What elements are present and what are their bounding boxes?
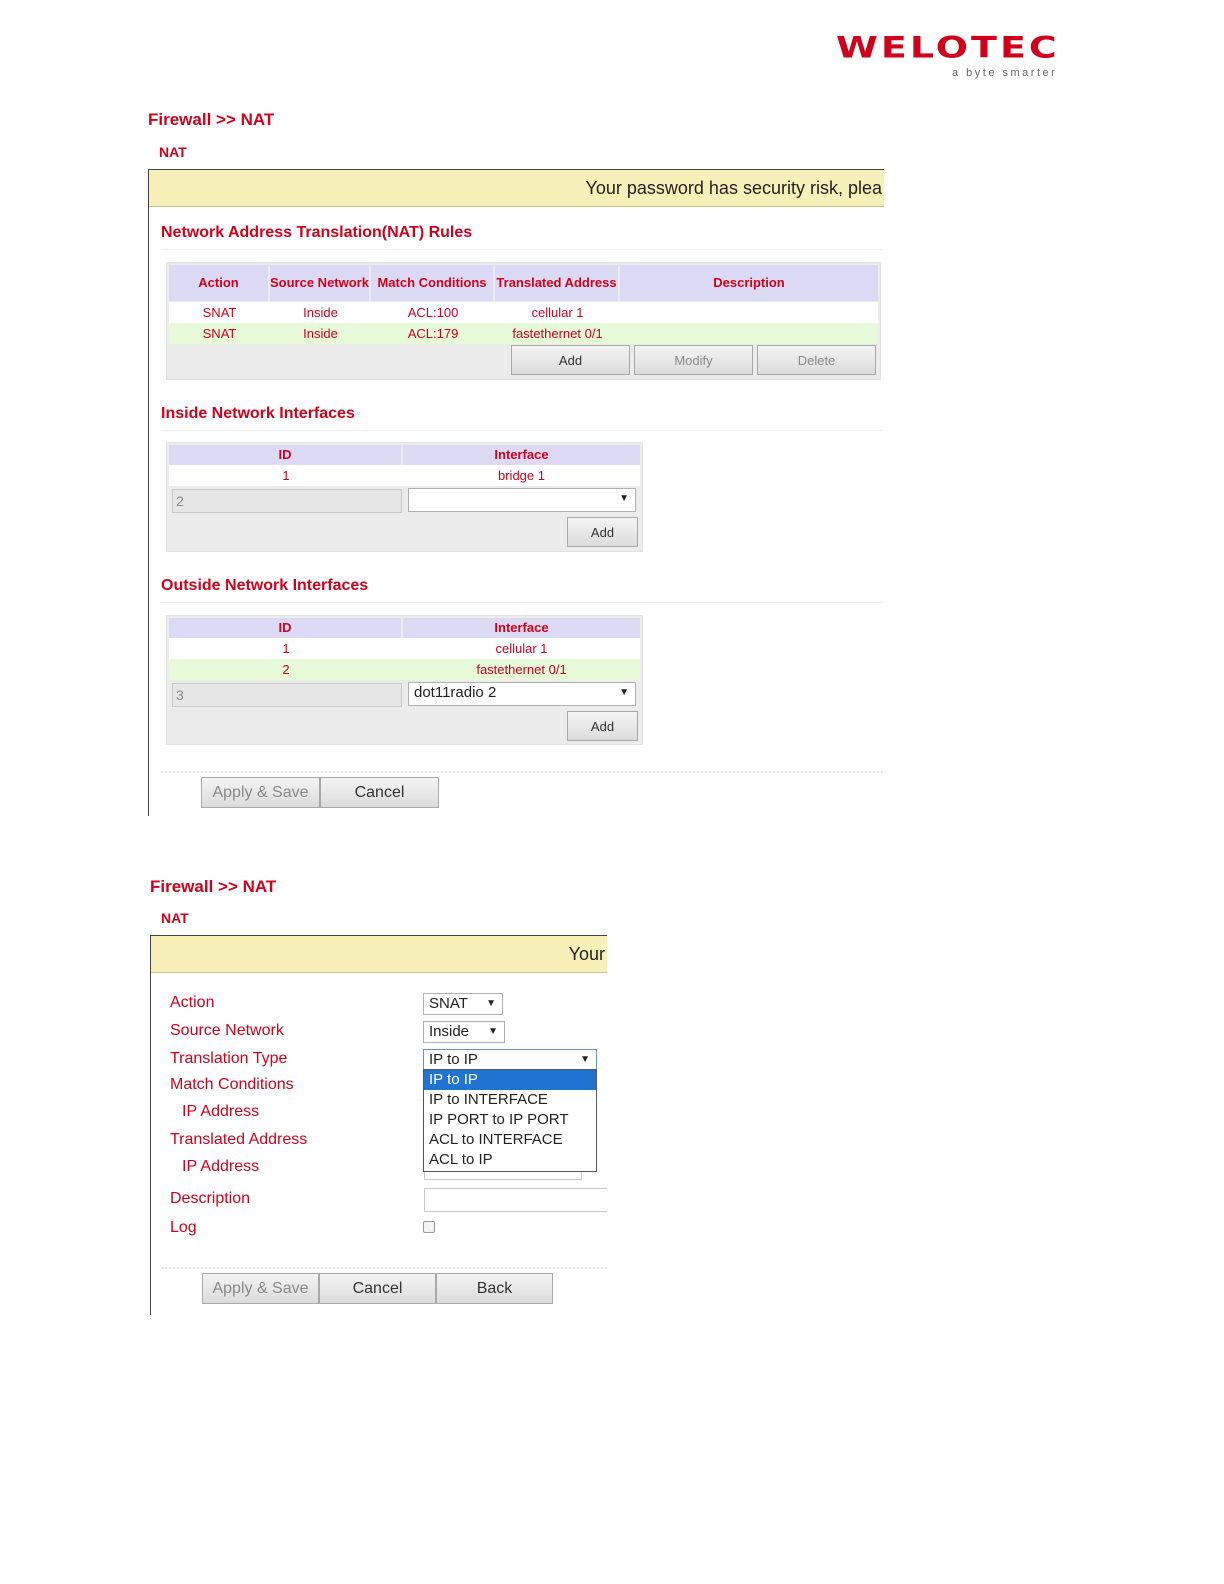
column-header-action: Action [169,265,268,301]
add-outside-interface-button[interactable]: Add [567,711,638,741]
cancel-button[interactable]: Cancel [319,1273,436,1304]
cell-source-network: Inside [303,305,338,320]
breadcrumb: Firewall >> NAT [150,877,277,896]
chevron-down-icon: ▼ [488,1026,498,1037]
security-banner: Your password has security risk, plea [149,169,884,207]
match-ip-address-label: IP Address [182,1103,260,1120]
apply-save-button[interactable]: Apply & Save [202,1273,319,1304]
source-network-value: Inside [429,1023,470,1040]
inside-interface-select[interactable]: ▼ [408,488,636,512]
apply-save-button[interactable]: Apply & Save [201,777,320,808]
table-row[interactable]: SNAT Inside ACL:179 fastethernet 0/1 [169,323,878,344]
column-header-description: Description [620,265,878,301]
brand-tagline: a byte smarter [952,67,1058,79]
log-checkbox[interactable] [423,1221,435,1233]
add-inside-interface-button[interactable]: Add [567,517,638,547]
chevron-down-icon: ▼ [486,998,496,1009]
cell-match-conditions: ACL:179 [407,326,459,341]
chevron-down-icon: ▼ [619,687,629,698]
cell-id: 1 [282,641,290,656]
action-label: Action [170,994,215,1011]
translated-ip-address-label: IP Address [182,1158,260,1175]
translation-type-label: Translation Type [170,1050,288,1067]
section-title-inside-interfaces: Inside Network Interfaces [161,405,355,422]
inside-id-input: 2 [172,489,402,513]
back-button[interactable]: Back [436,1273,553,1304]
dropdown-option[interactable]: IP to INTERFACE [424,1090,596,1110]
page-title: NAT [161,910,189,926]
inside-interfaces-table: ID Interface 1 bridge 1 2 ▼ Add [166,442,643,552]
translation-type-dropdown: IP to IP IP to INTERFACE IP PORT to IP P… [423,1069,597,1172]
dropdown-option[interactable]: ACL to IP [424,1150,596,1170]
page-title: NAT [159,144,187,160]
log-label: Log [170,1219,197,1236]
cell-interface: cellular 1 [495,641,548,656]
source-network-label: Source Network [170,1022,284,1039]
cell-translated-address: fastethernet 0/1 [512,326,603,341]
table-row[interactable]: SNAT Inside ACL:100 cellular 1 [169,302,878,323]
cell-source-network: Inside [303,326,338,341]
table-row[interactable]: 2 fastethernet 0/1 [169,659,640,680]
cell-id: 1 [282,468,290,483]
section-divider [161,249,883,250]
action-select[interactable]: SNAT ▼ [423,993,503,1015]
cell-action: SNAT [202,326,237,341]
add-rule-button[interactable]: Add [511,345,630,375]
section-divider [161,602,883,603]
security-banner: Your [151,935,607,973]
chevron-down-icon: ▼ [580,1054,590,1065]
column-header-match-conditions: Match Conditions [371,265,493,301]
column-header-id: ID [169,618,401,638]
delete-rule-button[interactable]: Delete [757,345,876,375]
outside-interface-select[interactable]: dot11radio 2 ▼ [408,682,636,706]
match-conditions-label: Match Conditions [170,1076,294,1093]
cell-translated-address: cellular 1 [531,305,584,320]
outside-interfaces-table: ID Interface 1 cellular 1 2 fastethernet… [166,615,643,745]
action-value: SNAT [429,995,468,1012]
breadcrumb: Firewall >> NAT [148,110,275,129]
description-input[interactable] [424,1188,607,1212]
cell-interface: fastethernet 0/1 [476,662,567,677]
outside-interface-value: dot11radio 2 [414,684,497,701]
column-header-translated-address: Translated Address [495,265,618,301]
dropdown-option[interactable]: IP PORT to IP PORT [424,1110,596,1130]
column-header-source-network: Source Network [270,265,369,301]
modify-rule-button[interactable]: Modify [634,345,753,375]
dropdown-option[interactable]: IP to IP [424,1070,596,1090]
cell-match-conditions: ACL:100 [407,305,459,320]
form-divider [161,771,883,773]
form-divider [162,1267,607,1269]
table-row[interactable]: 1 cellular 1 [169,638,640,659]
cell-id: 2 [282,662,290,677]
nat-rules-table: Action Source Network Match Conditions T… [166,262,881,380]
section-divider [161,430,883,431]
translation-type-value: IP to IP [429,1051,478,1068]
outside-id-input: 3 [172,683,402,707]
brand-logo: WELOTEC [836,30,1060,65]
chevron-down-icon: ▼ [619,493,629,504]
cell-action: SNAT [202,305,237,320]
source-network-select[interactable]: Inside ▼ [423,1021,505,1043]
translated-address-label: Translated Address [170,1131,308,1148]
column-header-interface: Interface [403,445,640,465]
table-row[interactable]: 1 bridge 1 [169,465,640,486]
section-title-outside-interfaces: Outside Network Interfaces [161,577,369,594]
description-label: Description [170,1190,251,1207]
column-header-id: ID [169,445,401,465]
translation-type-select[interactable]: IP to IP ▼ [423,1049,597,1070]
column-header-interface: Interface [403,618,640,638]
cancel-button[interactable]: Cancel [320,777,439,808]
cell-interface: bridge 1 [498,468,545,483]
dropdown-option[interactable]: ACL to INTERFACE [424,1130,596,1150]
section-title-nat-rules: Network Address Translation(NAT) Rules [161,224,473,241]
